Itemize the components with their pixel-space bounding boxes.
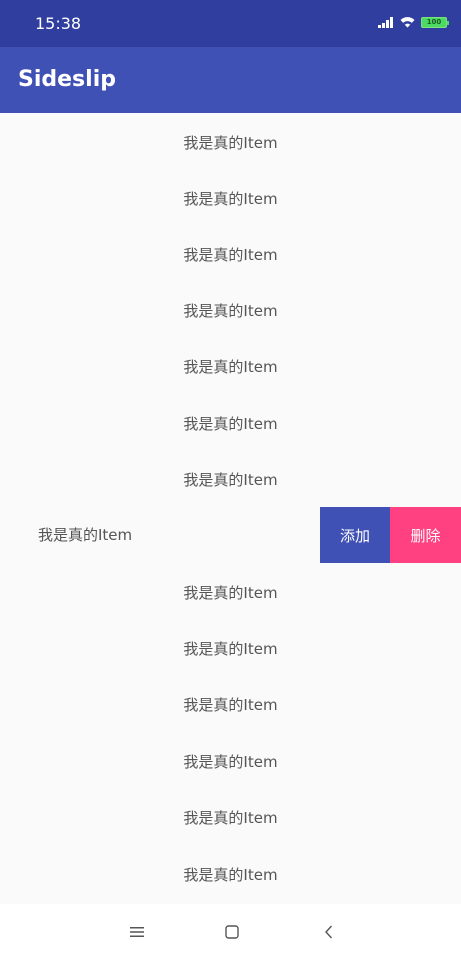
signal-icon <box>378 16 393 28</box>
add-button[interactable]: 添加 <box>320 507 390 563</box>
list-item[interactable]: 我是真的Item <box>0 789 461 845</box>
list-item-label: 我是真的Item <box>183 301 278 320</box>
menu-icon <box>130 927 144 937</box>
status-time: 15:38 <box>35 14 82 33</box>
list-item-label: 我是真的Item <box>183 752 278 771</box>
status-bar: 15:38 100 <box>0 0 461 47</box>
list-item-label: 我是真的Item <box>38 526 133 544</box>
app-bar: Sideslip <box>0 47 461 113</box>
list-item-swiped[interactable]: 我是真的Item 添加 删除 <box>0 507 461 563</box>
list-item[interactable]: 我是真的Item <box>0 564 461 620</box>
home-icon <box>225 925 239 939</box>
list-item-label: 我是真的Item <box>183 865 278 884</box>
list-item[interactable]: 我是真的Item <box>0 226 461 282</box>
list-item-label: 我是真的Item <box>183 357 278 376</box>
back-button[interactable] <box>317 920 341 944</box>
list-item[interactable]: 我是真的Item <box>0 114 461 170</box>
list-item-label: 我是真的Item <box>183 583 278 602</box>
list-item[interactable]: 我是真的Item <box>0 170 461 226</box>
list-item-label: 我是真的Item <box>183 695 278 714</box>
list-item-label: 我是真的Item <box>183 245 278 264</box>
home-button[interactable] <box>220 920 244 944</box>
back-icon <box>325 925 333 939</box>
list-item[interactable]: 我是真的Item <box>0 282 461 338</box>
list-item-label: 我是真的Item <box>183 189 278 208</box>
list-item[interactable]: 我是真的Item <box>0 395 461 451</box>
wifi-icon <box>400 17 415 28</box>
list-item-label: 我是真的Item <box>183 133 278 152</box>
list-item[interactable]: 我是真的Item <box>0 846 461 902</box>
battery-level: 100 <box>426 17 442 26</box>
list-item[interactable]: 我是真的Item <box>0 451 461 507</box>
status-icons: 100 <box>378 16 449 28</box>
app-title: Sideslip <box>18 67 116 92</box>
list-item-label: 我是真的Item <box>183 808 278 827</box>
list-item[interactable]: 我是真的Item <box>0 338 461 394</box>
item-list[interactable]: 我是真的Item 我是真的Item 我是真的Item 我是真的Item 我是真的… <box>0 113 461 904</box>
delete-button[interactable]: 删除 <box>390 507 461 563</box>
battery-icon: 100 <box>421 16 449 28</box>
list-item[interactable]: 我是真的Item <box>0 620 461 676</box>
list-item-label: 我是真的Item <box>183 414 278 433</box>
list-item[interactable]: 我是真的Item <box>0 733 461 789</box>
list-item[interactable]: 我是真的Item <box>0 676 461 732</box>
list-item-label: 我是真的Item <box>183 639 278 658</box>
navigation-bar <box>0 904 461 960</box>
menu-button[interactable] <box>125 920 149 944</box>
list-item-label: 我是真的Item <box>183 470 278 489</box>
